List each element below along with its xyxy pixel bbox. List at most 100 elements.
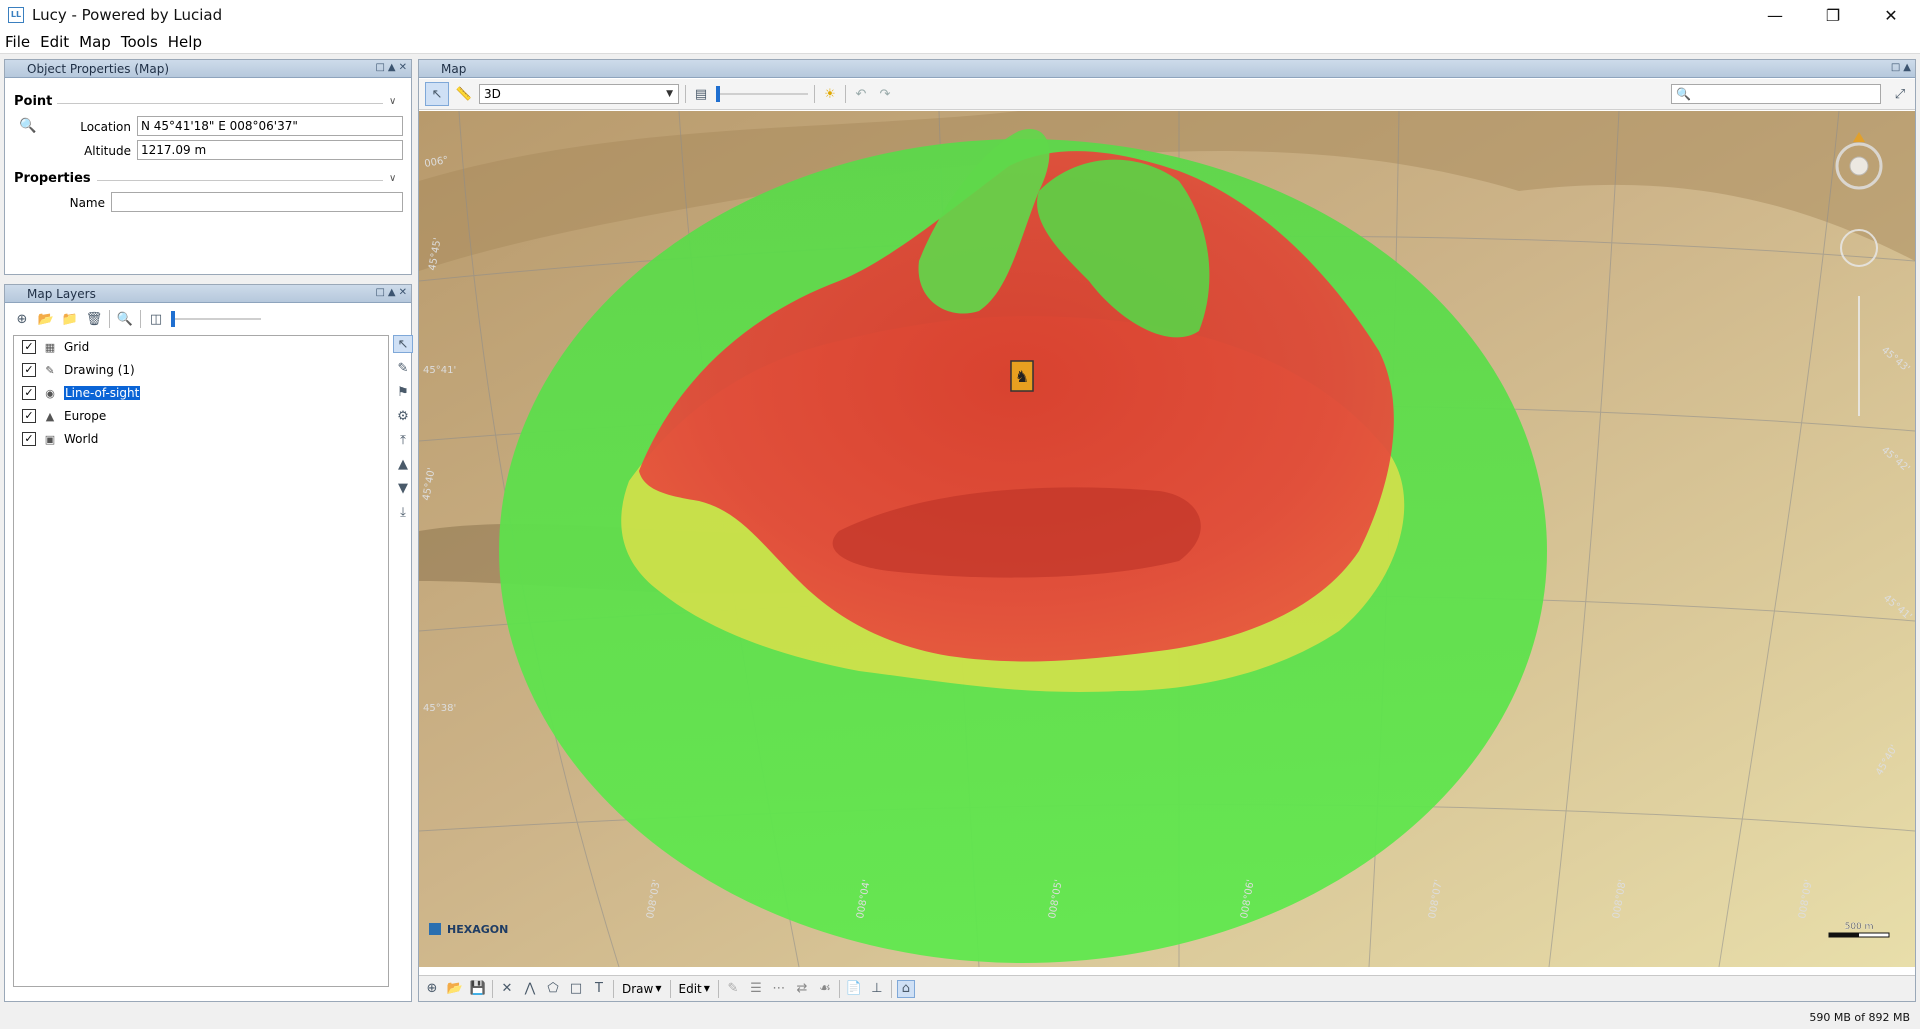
line-style-icon[interactable]: ⋯: [770, 980, 788, 998]
float-icon[interactable]: □: [1891, 62, 1900, 73]
ruler-icon[interactable]: 📏: [455, 85, 473, 103]
slider-thumb[interactable]: [716, 86, 720, 102]
edit-menu-button[interactable]: Edit ▼: [676, 982, 713, 996]
map-header: Map □ ▲: [419, 60, 1915, 78]
snap-icon[interactable]: ⌂: [896, 979, 915, 998]
layer-row-line-of-sight[interactable]: ✓ ◉ Line-of-sight: [22, 383, 141, 403]
map-canvas[interactable]: ♞ 006° 45°45' 45°41' 45°40' 45°38' 008°0…: [419, 111, 1915, 967]
close-panel-icon[interactable]: ✕: [399, 62, 407, 73]
fit-icon[interactable]: 🔍: [116, 310, 134, 328]
layer-checkbox[interactable]: ✓: [22, 432, 36, 446]
window-title: Lucy - Powered by Luciad: [32, 6, 223, 24]
float-icon[interactable]: □: [375, 62, 384, 73]
menu-edit[interactable]: Edit: [35, 33, 74, 51]
exaggeration-slider[interactable]: [716, 86, 808, 102]
close-icon[interactable]: ✕: [1862, 0, 1920, 30]
move-bottom-icon[interactable]: ⤓: [393, 503, 413, 521]
menu-help[interactable]: Help: [163, 33, 207, 51]
map-toolbar: ↖ 📏 3D ▼ ▤ ☀ ↶ ↷ 🔍 ⤢: [419, 79, 1915, 110]
scale-label: 500 m: [1845, 922, 1874, 932]
rectangle-icon[interactable]: □: [567, 980, 585, 998]
image-icon: ▣: [44, 432, 56, 446]
line-width-icon[interactable]: ☰: [747, 980, 765, 998]
add-layer-icon[interactable]: ⊕: [13, 310, 31, 328]
float-icon[interactable]: □: [375, 287, 384, 298]
move-up-icon[interactable]: ▲: [393, 455, 413, 473]
grid-label-lat-bottom-left: 45°38': [423, 703, 456, 714]
map-search-input[interactable]: 🔍: [1671, 84, 1881, 104]
edit-label: Edit: [678, 981, 702, 996]
undo-icon[interactable]: ↶: [852, 85, 870, 103]
view-mode-select[interactable]: 3D ▼: [479, 84, 679, 104]
move-down-icon[interactable]: ▼: [393, 479, 413, 497]
fullscreen-icon[interactable]: ⤢: [1891, 85, 1909, 103]
altitude-field[interactable]: [137, 140, 403, 160]
point-collapse-icon[interactable]: ∨: [389, 96, 396, 107]
brush-icon[interactable]: ✎: [724, 980, 742, 998]
draw-menu-button[interactable]: Draw ▼: [619, 982, 665, 996]
open-folder-icon[interactable]: 📂: [37, 310, 55, 328]
properties-collapse-icon[interactable]: ∨: [389, 173, 396, 184]
eye-icon: ◉: [45, 386, 55, 400]
map-panel: Map □ ▲ ↖ 📏 3D ▼ ▤ ☀ ↶ ↷ 🔍 ⤢ ♞ 006° 45°4…: [418, 59, 1916, 1002]
name-field[interactable]: [111, 192, 403, 212]
restore-icon[interactable]: ❐: [1804, 0, 1862, 30]
redo-icon[interactable]: ↷: [876, 85, 894, 103]
layer-label: Line-of-sight: [64, 386, 141, 400]
point-section-divider: [57, 103, 383, 104]
menu-file[interactable]: File: [0, 33, 35, 51]
text-icon[interactable]: T: [590, 980, 608, 998]
pin-icon[interactable]: ▲: [1903, 62, 1911, 73]
pencil-icon: ✎: [45, 363, 55, 377]
layer-settings-icon[interactable]: ⚙: [393, 407, 413, 425]
polygon-icon[interactable]: ⬠: [544, 980, 562, 998]
layer-row-europe[interactable]: ✓ ▲ Europe: [22, 406, 106, 426]
delete-icon[interactable]: 🗑: [85, 310, 103, 328]
select-tool-icon[interactable]: ↖: [393, 335, 413, 353]
open-folder-settings-icon[interactable]: 📁: [61, 310, 79, 328]
layer-checkbox[interactable]: ✓: [22, 386, 36, 400]
slider-thumb[interactable]: [171, 311, 175, 327]
memory-usage: 590 MB of 892 MB: [1809, 1011, 1910, 1024]
map-layers-panel: Map Layers □ ▲ ✕ ⊕ 📂 📁 🗑 🔍 ◫ ✓ ▦ Grid ✓ …: [4, 284, 415, 1002]
grid-icon: ▦: [44, 340, 56, 354]
pencil-tool-icon[interactable]: ✎: [393, 359, 413, 377]
location-field[interactable]: [137, 116, 403, 136]
menu-map[interactable]: Map: [74, 33, 116, 51]
layer-side-tools: ↖ ✎ ⚑ ⚙ ⤒ ▲ ▼ ⤓: [391, 335, 415, 555]
delete-shape-icon[interactable]: ✕: [498, 980, 516, 998]
layer-row-world[interactable]: ✓ ▣ World: [22, 429, 98, 449]
document-icon[interactable]: 📄: [845, 980, 863, 998]
locate-icon[interactable]: 🔍: [19, 118, 36, 134]
observer-marker[interactable]: ♞: [1010, 360, 1034, 392]
open-icon[interactable]: 📂: [446, 980, 464, 998]
layer-row-grid[interactable]: ✓ ▦ Grid: [22, 337, 89, 357]
arrow-style-icon[interactable]: ⇄: [793, 980, 811, 998]
close-panel-icon[interactable]: ✕: [399, 287, 407, 298]
add-shape-icon[interactable]: ⊕: [423, 980, 441, 998]
polyline-icon[interactable]: ⋀: [521, 980, 539, 998]
menu-tools[interactable]: Tools: [116, 33, 163, 51]
sun-icon[interactable]: ☀: [821, 85, 839, 103]
fill-icon[interactable]: ☙: [816, 980, 834, 998]
layer-checkbox[interactable]: ✓: [22, 363, 36, 377]
altitude-mode-icon[interactable]: ⊥: [868, 980, 886, 998]
svg-text:♞: ♞: [1015, 367, 1029, 386]
chevron-down-icon: ▼: [666, 89, 673, 99]
minimize-icon[interactable]: —: [1746, 0, 1804, 30]
layer-opacity-slider[interactable]: [171, 311, 261, 327]
map-3d-view[interactable]: ♞ 006° 45°45' 45°41' 45°40' 45°38' 008°0…: [419, 111, 1915, 967]
pin-icon[interactable]: ▲: [388, 62, 396, 73]
save-icon[interactable]: 💾: [469, 980, 487, 998]
layer-row-drawing[interactable]: ✓ ✎ Drawing (1): [22, 360, 135, 380]
pin-icon[interactable]: ▲: [388, 287, 396, 298]
tag-icon[interactable]: ⚑: [393, 383, 413, 401]
app-icon: LL: [8, 7, 24, 23]
altitude-label: Altitude: [84, 144, 131, 158]
elevation-icon: ▤: [694, 86, 708, 102]
layer-checkbox[interactable]: ✓: [22, 409, 36, 423]
layer-label: Drawing (1): [64, 363, 135, 377]
move-top-icon[interactable]: ⤒: [393, 431, 413, 449]
select-pointer-icon[interactable]: ↖: [425, 82, 449, 106]
layer-checkbox[interactable]: ✓: [22, 340, 36, 354]
